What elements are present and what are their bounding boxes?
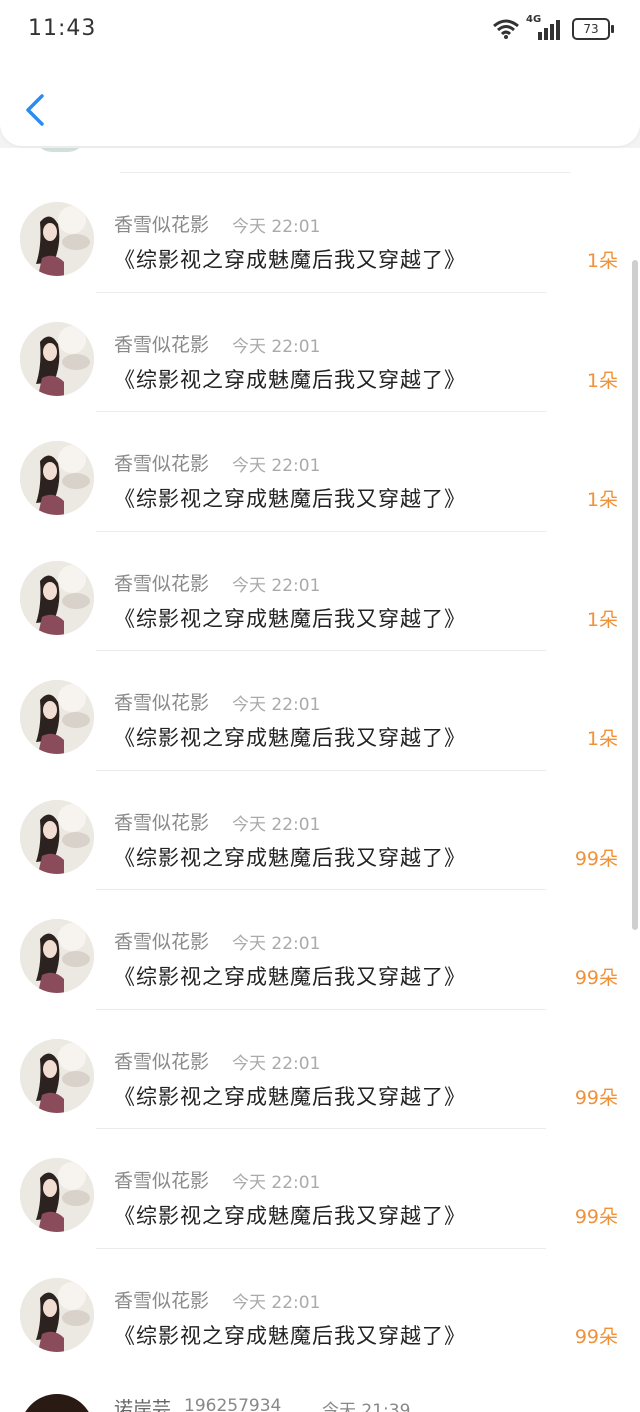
message-text: 《综影视之穿成魅魔后我又穿越了》 — [114, 965, 466, 989]
list-item[interactable]: 香雪似花影 今天 22:01 《综影视之穿成魅魔后我又穿越了》 1朵 — [0, 158, 640, 277]
list-item[interactable]: 香雪似花影 今天 22:01 《综影视之穿成魅魔后我又穿越了》 1朵 — [0, 517, 640, 636]
message-time: 今天 22:01 — [232, 934, 321, 954]
avatar — [20, 202, 94, 276]
avatar — [20, 1038, 94, 1113]
message-text: 《综影视之穿成魅魔后我又穿越了》 — [114, 726, 466, 750]
sender-name: 香雪似花影 — [114, 1170, 210, 1192]
gift-count: 99朵 — [574, 1086, 618, 1109]
wifi-icon — [493, 19, 519, 39]
gift-count: 99朵 — [574, 967, 618, 989]
sender-name: 香雪似花影 — [114, 811, 210, 834]
network-type: 4G — [526, 14, 542, 25]
message-time: 今天 22:01 — [232, 695, 321, 715]
gift-count: 99朵 — [574, 1206, 618, 1228]
gift-count: 1朵 — [586, 489, 618, 511]
gift-count: 1朵 — [586, 250, 618, 272]
avatar — [20, 321, 94, 396]
sender-name: 香雪似花影 — [114, 453, 210, 475]
avatar — [34, 148, 86, 152]
avatar — [20, 441, 94, 515]
list-item[interactable]: 香雪似花影 今天 22:01 《综影视之穿成魅魔后我又穿越了》 99朵 — [0, 1114, 640, 1233]
sender-id: 196257934 — [184, 1396, 282, 1412]
message-time: 今天 22:01 — [232, 1173, 321, 1193]
sender-name: 诺岸芸 — [114, 1398, 172, 1412]
message-list: 香雪似花影 今天 22:01 《综影视之穿成魅魔后我又穿越了》 1朵 香雪似花影 今天 2… — [0, 148, 640, 1412]
chevron-left-icon[interactable] — [22, 92, 50, 128]
avatar — [20, 560, 94, 635]
gift-count: 1朵 — [586, 608, 618, 631]
sender-name: 香雪似花影 — [114, 1050, 210, 1073]
message-text: 《综影视之穿成魅魔后我又穿越了》 — [114, 606, 466, 631]
gift-count: 99朵 — [574, 847, 618, 870]
sender-name: 香雪似花影 — [114, 214, 210, 236]
list-item[interactable]: 香雪似花影 今天 22:01 《综影视之穿成魅魔后我又穿越了》 1朵 — [0, 636, 640, 755]
message-time: 今天 22:01 — [232, 456, 321, 476]
top-bar: 11:43 4G 73 — [0, 0, 640, 146]
message-text: 《综影视之穿成魅魔后我又穿越了》 — [114, 1084, 466, 1109]
battery-level: 73 — [583, 22, 599, 36]
message-text: 《综影视之穿成魅魔后我又穿越了》 — [114, 248, 466, 272]
list-item[interactable]: 香雪似花影 今天 22:01 《综影视之穿成魅魔后我又穿越了》 1朵 — [0, 397, 640, 516]
status-time: 11:43 — [28, 16, 97, 41]
message-text: 《综影视之穿成魅魔后我又穿越了》 — [114, 1323, 466, 1348]
message-time: 今天 22:01 — [232, 336, 321, 357]
message-time: 今天 22:01 — [232, 814, 321, 835]
gift-count: 1朵 — [586, 728, 618, 750]
sender-name: 香雪似花影 — [114, 572, 210, 595]
status-icons: 4G 73 — [492, 14, 614, 40]
message-text: 《综影视之穿成魅魔后我又穿越了》 — [114, 367, 466, 392]
message-time: 今天 22:01 — [232, 575, 321, 596]
list-item[interactable]: 香雪似花影 今天 22:01 《综影视之穿成魅魔后我又穿越了》 99朵 — [0, 756, 640, 875]
sender-name: 香雪似花影 — [114, 333, 210, 356]
gift-count: 1朵 — [586, 369, 618, 392]
avatar — [20, 799, 94, 874]
signal-icon: 4G — [526, 14, 560, 40]
battery-icon: 73 — [572, 18, 614, 40]
message-text: 《综影视之穿成魅魔后我又穿越了》 — [114, 1204, 466, 1228]
sender-name: 香雪似花影 — [114, 692, 210, 714]
avatar — [20, 1158, 94, 1232]
list-item[interactable]: 香雪似花影 今天 22:01 《综影视之穿成魅魔后我又穿越了》 99朵 — [0, 875, 640, 994]
avatar — [20, 1394, 94, 1412]
list-item[interactable]: 香雪似花影 今天 22:01 《综影视之穿成魅魔后我又穿越了》 99朵 — [0, 995, 640, 1114]
list-item[interactable]: 诺岸芸 196257934 今天 21:39 — [0, 1390, 640, 1412]
sender-name: 香雪似花影 — [114, 931, 210, 953]
list-item[interactable]: 香雪似花影 今天 22:01 《综影视之穿成魅魔后我又穿越了》 1朵 — [0, 278, 640, 397]
message-time: 今天 22:01 — [232, 1053, 321, 1074]
avatar — [20, 680, 94, 754]
avatar — [20, 1277, 94, 1352]
sender-name: 香雪似花影 — [114, 1289, 210, 1312]
message-text: 《综影视之穿成魅魔后我又穿越了》 — [114, 487, 466, 511]
scrollbar[interactable] — [632, 260, 638, 930]
message-time: 今天 22:01 — [232, 217, 321, 237]
message-text: 《综影视之穿成魅魔后我又穿越了》 — [114, 845, 466, 870]
list-item[interactable]: 香雪似花影 今天 22:01 《综影视之穿成魅魔后我又穿越了》 99朵 — [0, 1234, 640, 1353]
gift-count: 99朵 — [574, 1325, 618, 1348]
message-time: 今天 22:01 — [232, 1292, 321, 1313]
message-time: 今天 21:39 — [322, 1401, 411, 1412]
avatar — [20, 919, 94, 993]
